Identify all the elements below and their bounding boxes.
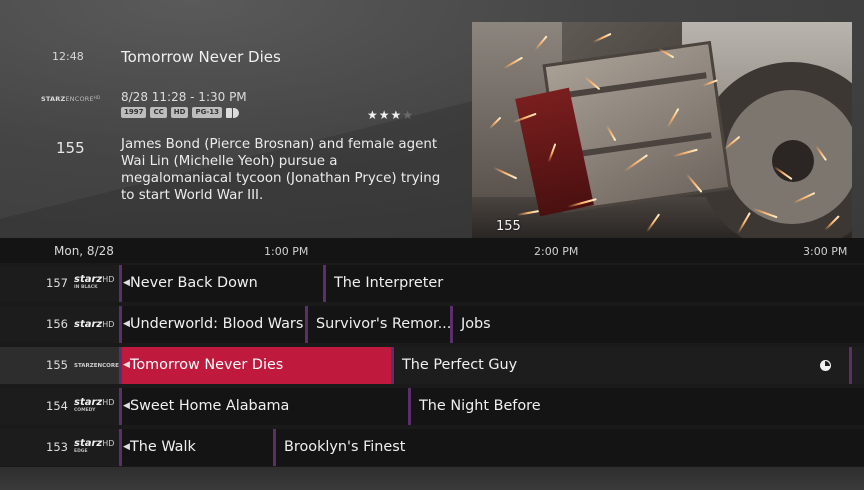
guide-date: Mon, 8/28: [54, 244, 114, 258]
cc-badge: CC: [150, 107, 167, 118]
continues-left-icon: ◀: [123, 442, 130, 452]
recording-clock-icon: [820, 360, 831, 371]
channel-number: 156: [46, 317, 68, 331]
logo-sub: COMEDY: [74, 408, 96, 413]
logo-hd: HD: [102, 439, 115, 448]
program-cell[interactable]: Jobs: [453, 306, 864, 343]
program-badges: 1997 CC HD PG-13: [121, 107, 239, 118]
program-airtime: 8/28 11:28 - 1:30 PM: [121, 90, 247, 104]
network-logo: STARZENCOREHD: [41, 95, 100, 103]
network-logo-main: STARZ: [41, 95, 66, 103]
continues-left-icon: ◀: [123, 319, 130, 329]
time-slot-label: 1:00 PM: [264, 245, 309, 258]
program-title: Underworld: Blood Wars: [130, 316, 304, 332]
dual-audio-icon: [225, 107, 239, 118]
channel-logo: starzHD EDGE: [74, 438, 114, 458]
time-slot-label: 3:00 PM: [803, 245, 848, 258]
program-cell[interactable]: Brooklyn's Finest: [276, 429, 864, 466]
logo-text: starz: [74, 274, 103, 285]
program-title: The Walk: [130, 439, 196, 455]
program-cell[interactable]: Survivor's Remor...: [308, 306, 450, 343]
program-cell[interactable]: ◀ Underworld: Blood Wars: [121, 306, 305, 343]
program-cell[interactable]: The Perfect Guy: [394, 347, 849, 384]
channel-cell[interactable]: 156 starzHD: [0, 306, 120, 343]
program-cell[interactable]: ◀ Sweet Home Alabama: [121, 388, 408, 425]
logo-text: starz: [74, 397, 103, 408]
channel-cell[interactable]: 154 starzHD COMEDY: [0, 388, 120, 425]
program-cell[interactable]: [852, 347, 864, 384]
time-slot-label: 2:00 PM: [534, 245, 579, 258]
network-logo-thin: ENCORE: [65, 95, 94, 103]
channel-logo: starzHD COMEDY: [74, 397, 114, 417]
channel-number: 154: [46, 399, 68, 413]
logo-hd: HD: [102, 275, 115, 284]
guide-time-bar: [0, 238, 864, 263]
program-title: Survivor's Remor...: [316, 316, 450, 332]
logo-text: starz: [74, 438, 103, 449]
program-separator: [119, 388, 122, 425]
guide-row-155: 155 STARZENCORE ◀ Tomorrow Never Dies Th…: [0, 347, 864, 384]
program-title: Jobs: [461, 316, 491, 332]
continues-left-icon: ◀: [123, 360, 130, 370]
program-title: Tomorrow Never Dies: [130, 357, 284, 373]
channel-number: 157: [46, 276, 68, 290]
program-cell[interactable]: The Interpreter: [326, 265, 864, 302]
channel-number: 155: [46, 358, 68, 372]
program-separator: [119, 265, 122, 302]
logo-text: starz: [74, 319, 103, 330]
guide-row-153: 153 starzHD EDGE ◀ The Walk Brooklyn's F…: [0, 429, 864, 466]
program-cell[interactable]: ◀ The Walk: [121, 429, 273, 466]
hd-badge: HD: [170, 107, 189, 118]
program-cell-selected[interactable]: ◀ Tomorrow Never Dies: [121, 347, 391, 384]
program-title: The Perfect Guy: [402, 357, 518, 373]
channel-logo: starzHD IN BLACK: [74, 274, 114, 294]
clock: 12:48: [52, 50, 84, 63]
channel-cell[interactable]: 155 STARZENCORE: [0, 347, 120, 384]
video-preview[interactable]: 155: [472, 22, 852, 238]
year-badge: 1997: [121, 107, 147, 118]
program-title: Brooklyn's Finest: [284, 439, 406, 455]
continues-left-icon: ◀: [123, 278, 130, 288]
continues-left-icon: ◀: [123, 401, 130, 411]
program-separator: [119, 429, 122, 466]
channel-logo: starzHD: [74, 319, 114, 339]
program-title: Never Back Down: [130, 275, 258, 291]
channel-number: 155: [56, 139, 85, 157]
channel-number: 153: [46, 440, 68, 454]
video-channel-overlay: 155: [496, 219, 521, 234]
rating-badge: PG-13: [192, 107, 222, 118]
program-separator: [119, 347, 122, 384]
network-logo-mark: HD: [93, 95, 101, 100]
guide-row-156: 156 starzHD ◀ Underworld: Blood Wars Sur…: [0, 306, 864, 343]
spark: [592, 32, 612, 44]
program-title: The Interpreter: [334, 275, 444, 291]
program-title: Sweet Home Alabama: [130, 398, 290, 414]
channel-cell[interactable]: 153 starzHD EDGE: [0, 429, 120, 466]
logo-sub: IN BLACK: [74, 285, 98, 290]
logo-hd: HD: [102, 320, 115, 329]
logo-sub: EDGE: [74, 449, 88, 454]
program-title: The Night Before: [419, 398, 541, 414]
star-rating: ★★★★: [367, 108, 414, 122]
program-cell[interactable]: ◀ Never Back Down: [121, 265, 323, 302]
stars-filled: ★★★: [367, 108, 403, 122]
program-description: James Bond (Pierce Brosnan) and female a…: [121, 137, 441, 203]
program-title: Tomorrow Never Dies: [121, 48, 281, 66]
channel-cell[interactable]: 157 starzHD IN BLACK: [0, 265, 120, 302]
guide-row-154: 154 starzHD COMEDY ◀ Sweet Home Alabama …: [0, 388, 864, 425]
program-separator: [119, 306, 122, 343]
guide-row-157: 157 starzHD IN BLACK ◀ Never Back Down T…: [0, 265, 864, 302]
stars-empty: ★: [402, 108, 415, 122]
bottom-edge: [0, 467, 864, 490]
logo-hd: HD: [102, 398, 115, 407]
channel-logo: STARZENCORE: [74, 363, 119, 369]
program-cell[interactable]: The Night Before: [411, 388, 864, 425]
